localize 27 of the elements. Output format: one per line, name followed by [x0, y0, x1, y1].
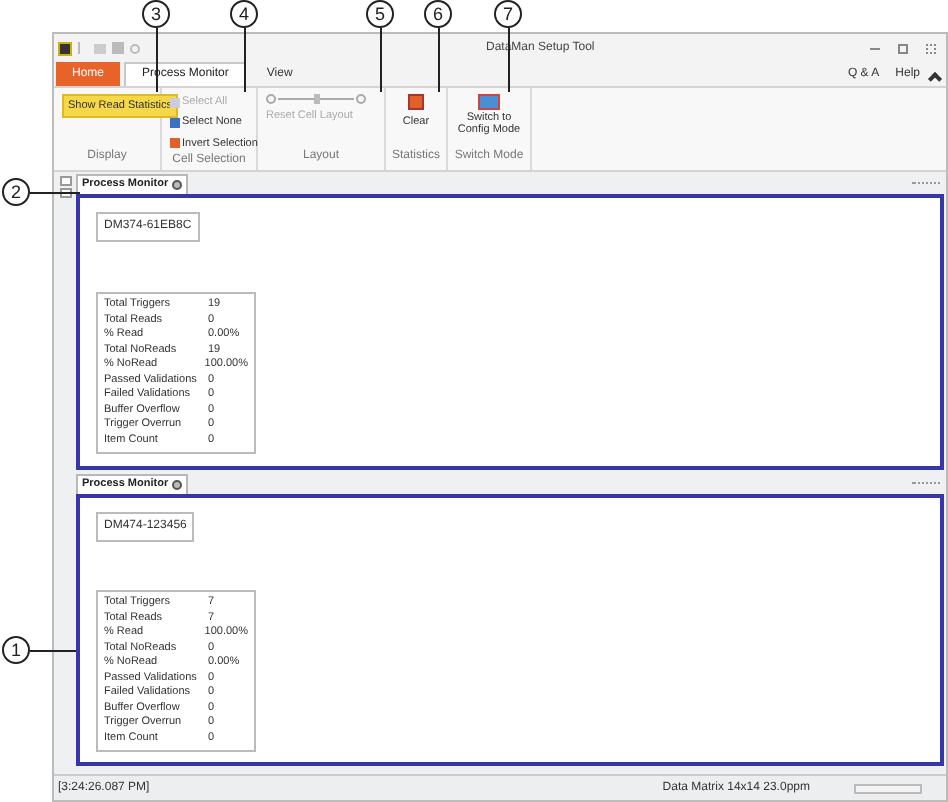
- callout-number: 4: [230, 0, 258, 28]
- callout-number: 5: [366, 0, 394, 28]
- zoom-in-icon[interactable]: [356, 94, 366, 104]
- leader-line: [380, 28, 382, 92]
- leader-line: [508, 28, 510, 92]
- callout-number: 2: [2, 178, 30, 206]
- leader-line: [30, 650, 76, 652]
- leader-line: [244, 28, 246, 92]
- invert-selection-icon: [170, 138, 180, 149]
- monitor-icon: [478, 94, 500, 110]
- select-all-icon: [170, 97, 180, 108]
- quick-access-icon[interactable]: [130, 43, 140, 53]
- callout-number: 6: [424, 0, 452, 28]
- select-none-icon: [170, 117, 180, 128]
- app-logo-icon: [58, 41, 72, 55]
- leader-line: [438, 28, 440, 92]
- zoom-out-icon[interactable]: [266, 94, 276, 104]
- clear-icon: [408, 94, 424, 110]
- callout-number: 3: [142, 0, 170, 28]
- callout-number: 7: [494, 0, 522, 28]
- maximize-icon[interactable]: [898, 43, 908, 53]
- settings-icon[interactable]: [172, 480, 183, 490]
- settings-icon[interactable]: [172, 180, 183, 190]
- leader-line: [156, 28, 158, 92]
- leader-line: [30, 192, 80, 194]
- callout-number: 1: [2, 636, 30, 664]
- minimize-icon[interactable]: [870, 46, 880, 50]
